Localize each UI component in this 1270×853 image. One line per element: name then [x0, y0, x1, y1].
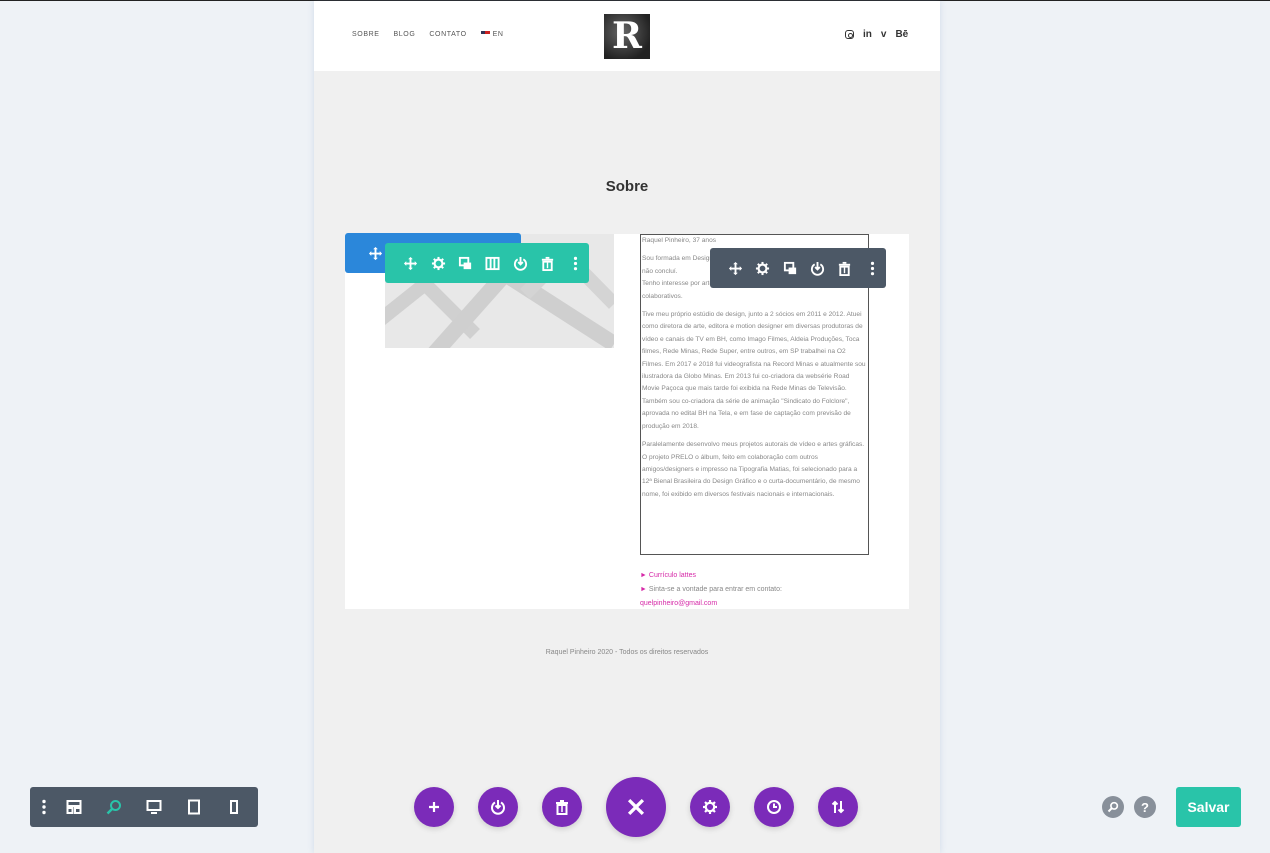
phone-icon	[230, 800, 238, 814]
settings-button[interactable]	[424, 243, 451, 283]
duplicate-icon	[458, 256, 472, 269]
power-download-icon	[811, 261, 825, 276]
sort-arrows-icon	[831, 800, 845, 814]
close-icon	[627, 798, 645, 816]
main-nav: SOBRE BLOG CONTATO EN	[352, 31, 504, 38]
nav-item-blog[interactable]: BLOG	[394, 31, 416, 38]
triangle-icon: ►	[640, 586, 647, 593]
search-button[interactable]	[1102, 796, 1124, 818]
bio-paragraph: Tive meu próprio estúdio de design, junt…	[642, 311, 866, 430]
desktop-view-button[interactable]	[134, 787, 174, 827]
nav-item-sobre[interactable]: SOBRE	[352, 31, 380, 38]
search-icon	[1107, 801, 1119, 813]
kebab-icon	[870, 261, 874, 275]
move-icon	[404, 256, 418, 270]
delete-button[interactable]	[534, 243, 561, 283]
kebab-icon	[573, 256, 577, 270]
move-icon	[729, 261, 743, 275]
language-switcher[interactable]: EN	[480, 31, 504, 38]
settings-button[interactable]	[749, 248, 776, 288]
kebab-icon	[42, 799, 46, 815]
tablet-view-button[interactable]	[174, 787, 214, 827]
page-settings-button[interactable]	[690, 787, 730, 827]
tablet-icon	[188, 799, 200, 815]
triangle-icon: ►	[640, 572, 647, 579]
duplicate-icon	[783, 261, 796, 274]
save-to-library-button[interactable]	[478, 787, 518, 827]
trash-icon	[556, 800, 568, 815]
page-settings-button[interactable]	[34, 787, 54, 827]
save-to-library-button[interactable]	[507, 243, 534, 283]
wireframe-view-button[interactable]	[54, 787, 94, 827]
view-mode-bar	[30, 787, 258, 827]
bio-header: Raquel Pinheiro, 37 anos	[642, 237, 717, 244]
content-row[interactable]: Raquel Pinheiro, 37 anos Sou formada em …	[345, 234, 909, 609]
plus-icon	[429, 802, 439, 812]
us-flag-icon	[480, 31, 490, 38]
trash-icon	[839, 261, 851, 276]
more-options-button[interactable]	[859, 248, 886, 288]
portability-button[interactable]	[818, 787, 858, 827]
behance-icon[interactable]: Bē	[895, 29, 908, 40]
zoom-icon	[106, 800, 121, 815]
more-options-button[interactable]	[562, 243, 589, 283]
move-icon	[368, 246, 382, 260]
close-settings-button[interactable]	[606, 777, 666, 837]
contact-links: ► Currículo lattes ► Sinta-se a vontade …	[640, 569, 880, 611]
power-download-icon	[491, 800, 505, 815]
clock-icon	[767, 800, 781, 814]
bio-paragraph: Paralelamente desenvolvo meus projetos a…	[642, 441, 865, 498]
module-toolbar	[710, 248, 886, 288]
lattes-link[interactable]: Currículo lattes	[649, 572, 696, 579]
delete-button[interactable]	[831, 248, 858, 288]
clear-layout-button[interactable]	[542, 787, 582, 827]
column-toolbar	[385, 243, 589, 283]
gear-icon	[756, 261, 770, 275]
help-button[interactable]: ?	[1134, 796, 1156, 818]
wireframe-icon	[66, 800, 82, 814]
duplicate-button[interactable]	[452, 243, 479, 283]
power-download-icon	[513, 256, 527, 271]
contact-text: Sinta-se a vontade para entrar em contat…	[648, 586, 782, 593]
trash-icon	[542, 256, 554, 271]
move-button[interactable]	[722, 248, 749, 288]
email-link[interactable]: quelpinheiro@gmail.com	[640, 600, 717, 607]
zoom-view-button[interactable]	[94, 787, 134, 827]
vimeo-icon[interactable]: v	[881, 29, 887, 40]
footer-copyright: Raquel Pinheiro 2020 - Todos os direitos…	[545, 649, 709, 656]
duplicate-button[interactable]	[777, 248, 804, 288]
move-button[interactable]	[397, 243, 424, 283]
social-links: in v Bē	[845, 29, 908, 40]
columns-button[interactable]	[479, 243, 506, 283]
instagram-icon[interactable]	[845, 30, 854, 39]
save-button[interactable]: Salvar	[1176, 787, 1241, 827]
gear-icon	[703, 800, 717, 814]
history-button[interactable]	[754, 787, 794, 827]
nav-item-contato[interactable]: CONTATO	[429, 31, 466, 38]
columns-icon	[485, 256, 500, 270]
site-logo[interactable]: R	[604, 14, 650, 59]
gear-icon	[431, 256, 445, 270]
desktop-icon	[146, 800, 162, 814]
save-to-library-button[interactable]	[804, 248, 831, 288]
linkedin-icon[interactable]: in	[863, 29, 872, 40]
page-title: Sobre	[605, 178, 649, 195]
phone-view-button[interactable]	[214, 787, 254, 827]
page-canvas: SOBRE BLOG CONTATO EN R in v Bē Sobre Ra…	[314, 1, 940, 853]
site-header: SOBRE BLOG CONTATO EN R in v Bē	[314, 1, 940, 71]
add-button[interactable]	[414, 787, 454, 827]
